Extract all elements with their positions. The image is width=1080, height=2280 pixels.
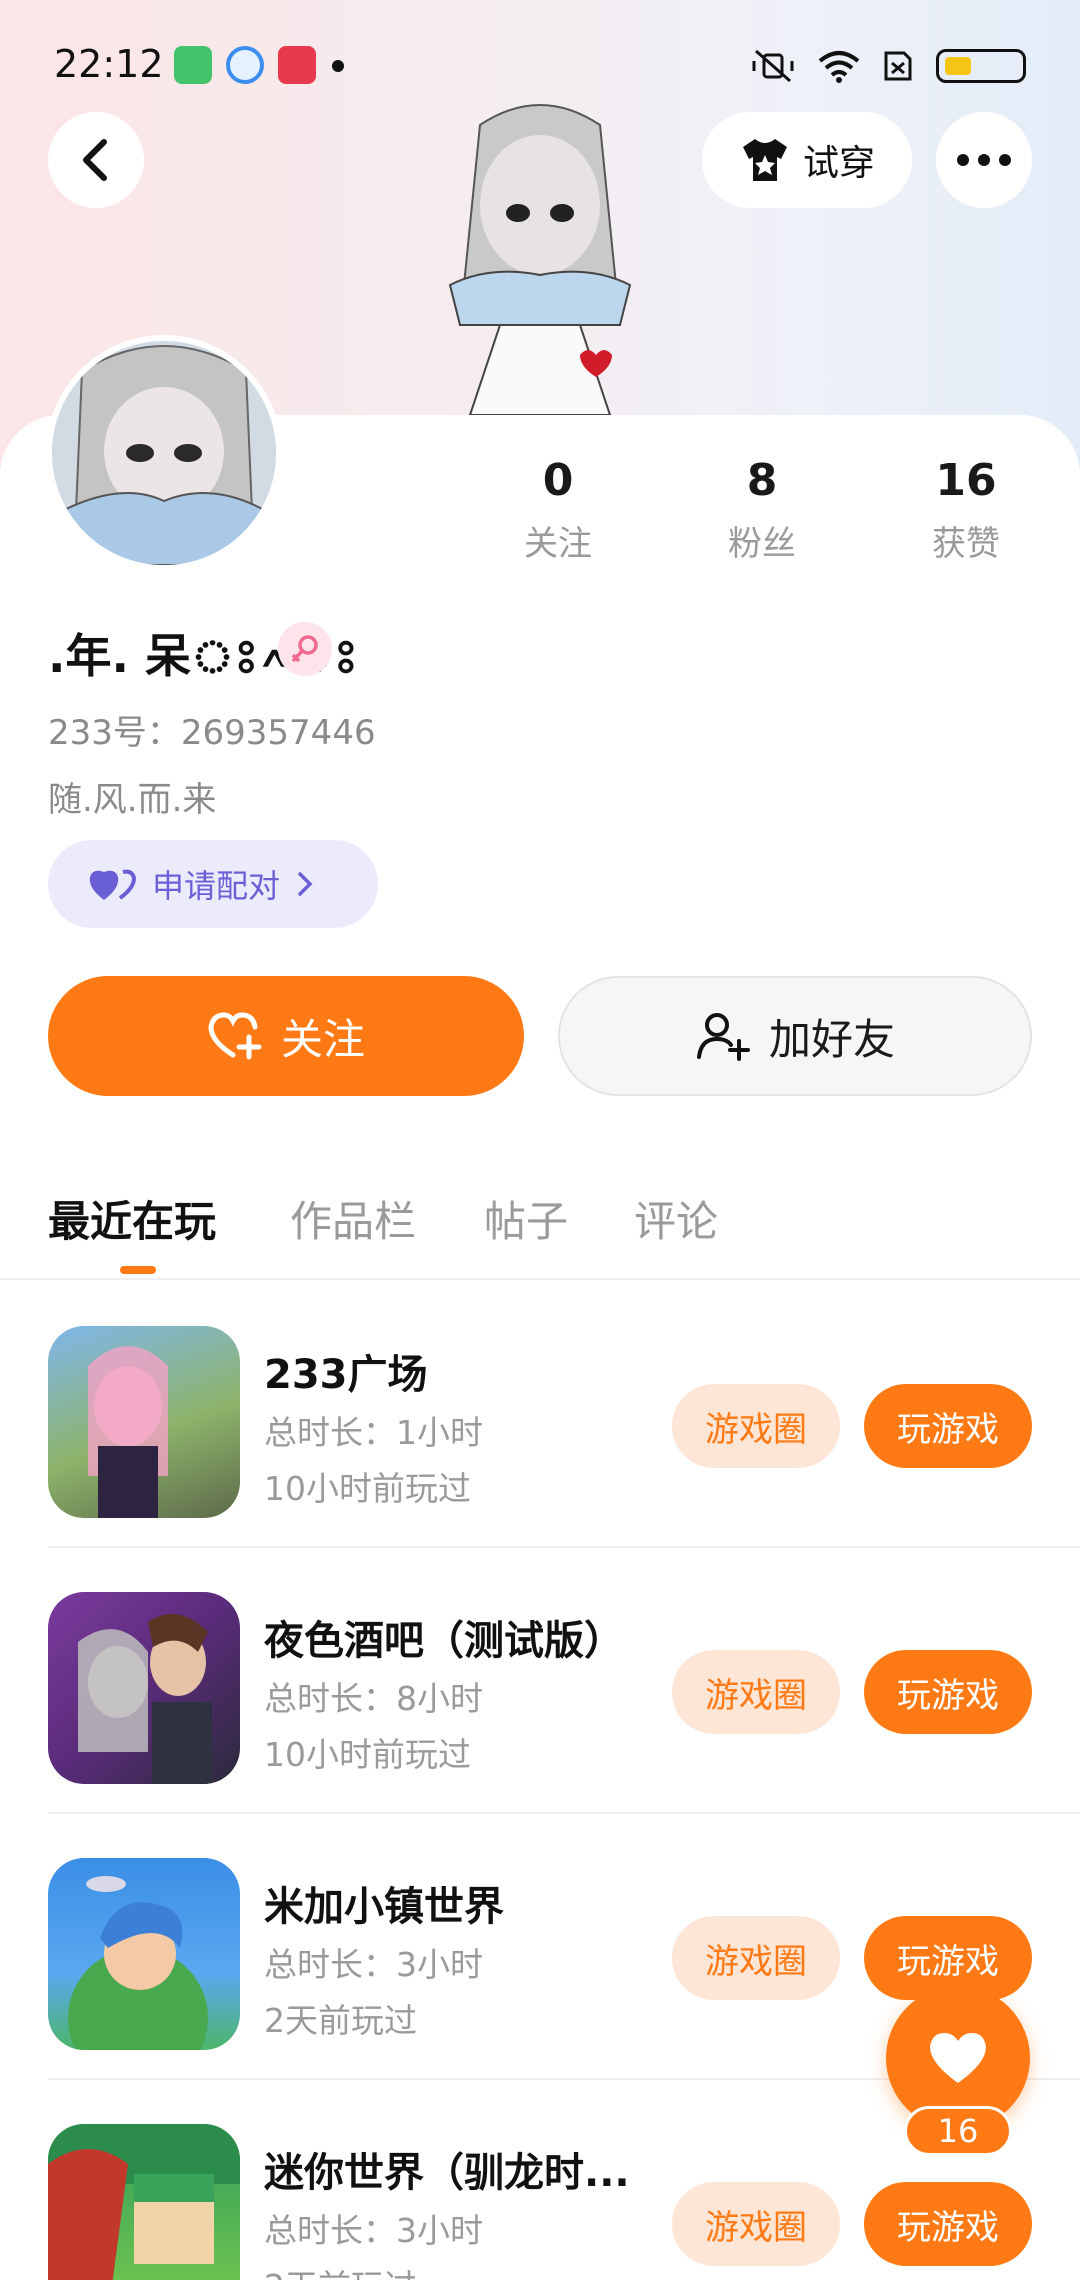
game-last-played: 2天前玩过 — [264, 2260, 417, 2280]
game-circle-button[interactable]: 游戏圈 — [672, 2182, 840, 2266]
heart-icon — [930, 2033, 986, 2083]
add-friend-button[interactable]: 加好友 — [558, 976, 1032, 1096]
game-duration: 总时长：8小时 — [264, 1679, 483, 1718]
stat-fans-label: 粉丝 — [728, 524, 796, 564]
play-game-button[interactable]: 玩游戏 — [864, 1650, 1032, 1734]
stat-fans[interactable]: 8 粉丝 — [682, 455, 842, 565]
game-last-played: 10小时前玩过 — [264, 1469, 471, 1508]
game-icon-image — [48, 2124, 240, 2280]
stat-fans-value: 8 — [746, 455, 778, 506]
game-row[interactable]: 233广场 总时长：1小时 10小时前玩过 游戏圈 玩游戏 — [48, 1282, 1080, 1548]
stat-following-value: 0 — [542, 455, 574, 506]
chevron-right-icon — [298, 872, 313, 896]
mute-vibrate-icon — [752, 49, 794, 83]
game-last-played: 10小时前玩过 — [264, 1735, 471, 1774]
pair-request-label: 申请配对 — [152, 867, 281, 905]
game-circle-button[interactable]: 游戏圈 — [672, 1384, 840, 1468]
game-icon-image — [48, 1858, 240, 2050]
stat-likes-value: 16 — [935, 455, 997, 506]
tab-comments[interactable]: 评论 — [634, 1188, 718, 1249]
status-time: 22:12 — [54, 42, 164, 86]
stat-following[interactable]: 0 关注 — [478, 455, 638, 565]
more-button[interactable] — [936, 112, 1032, 208]
shield-app-icon — [174, 46, 212, 84]
game-row[interactable]: 夜色酒吧（测试版） 总时长：8小时 10小时前玩过 游戏圈 玩游戏 — [48, 1548, 1080, 1814]
user-id: 233号：269357446 — [48, 713, 376, 753]
tab-posts[interactable]: 帖子 — [484, 1188, 568, 1249]
tshirt-icon — [742, 139, 787, 181]
no-sim-icon — [884, 51, 912, 81]
heart-pair-icon — [89, 869, 136, 900]
game-circle-button[interactable]: 游戏圈 — [672, 1650, 840, 1734]
video-app-icon — [278, 46, 316, 84]
follow-label: 关注 — [280, 1014, 365, 1064]
game-duration: 总时长：1小时 — [264, 1413, 483, 1452]
pair-request-button[interactable]: 申请配对 — [48, 840, 378, 928]
like-count-badge: 16 — [904, 2106, 1012, 2156]
stat-likes[interactable]: 16 获赞 — [886, 455, 1046, 565]
follow-button[interactable]: 关注 — [48, 976, 524, 1096]
back-button[interactable] — [48, 112, 144, 208]
active-tab-indicator — [120, 1266, 156, 1274]
notification-dot-icon — [332, 60, 344, 72]
heart-plus-icon — [208, 1012, 262, 1060]
profile-tabs: 最近在玩 作品栏 帖子 评论 — [0, 1180, 1080, 1280]
more-dots-icon — [957, 154, 1011, 166]
try-on-label: 试穿 — [802, 143, 875, 184]
bio: 随.风.而.来 — [48, 780, 217, 820]
stat-following-label: 关注 — [524, 524, 592, 564]
game-last-played: 2天前玩过 — [264, 2001, 417, 2040]
add-user-icon — [696, 1013, 750, 1061]
battery-icon — [936, 49, 1026, 83]
game-title: 233广场 — [264, 1352, 428, 1398]
play-game-button[interactable]: 玩游戏 — [864, 1384, 1032, 1468]
female-gender-icon — [278, 622, 332, 676]
game-title: 迷你世界（驯龙时... — [264, 2150, 630, 2196]
tab-recently-played[interactable]: 最近在玩 — [48, 1188, 216, 1249]
game-duration: 总时长：3小时 — [264, 2211, 483, 2250]
game-icon-image — [48, 1326, 240, 1518]
wifi-icon — [818, 51, 860, 83]
avatar-image — [52, 341, 276, 565]
game-duration: 总时长：3小时 — [264, 1945, 483, 1984]
game-title: 夜色酒吧（测试版） — [264, 1618, 624, 1664]
game-circle-button[interactable]: 游戏圈 — [672, 1916, 840, 2000]
browser-app-icon — [226, 46, 264, 84]
try-on-button[interactable]: 试穿 — [702, 112, 912, 208]
game-icon-image — [48, 1592, 240, 1784]
play-game-button[interactable]: 玩游戏 — [864, 2182, 1032, 2266]
avatar[interactable] — [46, 335, 282, 571]
add-friend-label: 加好友 — [768, 1014, 895, 1064]
avatar-figure-image — [448, 104, 632, 415]
status-icons — [750, 46, 1026, 86]
chevron-left-icon — [83, 139, 107, 181]
game-title: 米加小镇世界 — [264, 1884, 504, 1930]
stat-likes-label: 获赞 — [932, 524, 1000, 564]
tab-works[interactable]: 作品栏 — [290, 1188, 416, 1249]
